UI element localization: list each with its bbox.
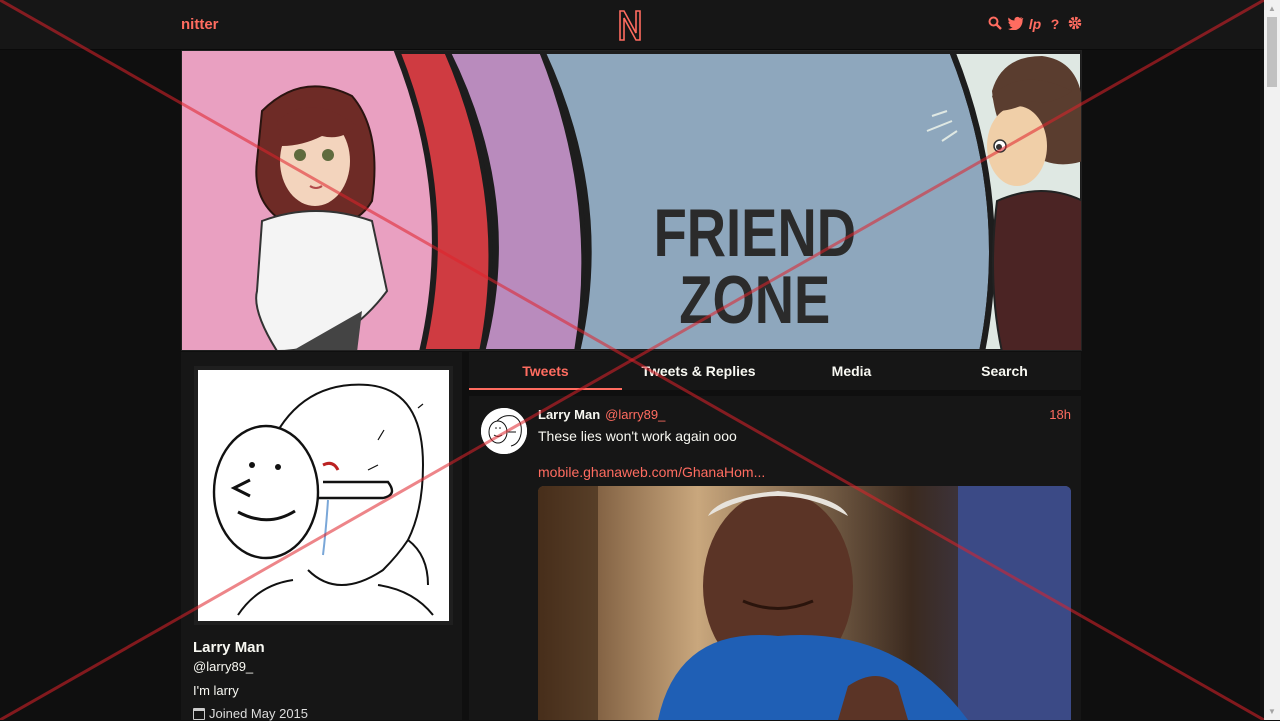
profile-name[interactable]: Larry Man <box>193 639 265 656</box>
tweet-author-username[interactable]: @larry89_ <box>605 407 665 422</box>
tweet-link[interactable]: mobile.ghanaweb.com/GhanaHom... <box>538 464 765 480</box>
profile-bio: I'm larry <box>193 683 239 698</box>
search-icon[interactable] <box>988 16 1002 32</box>
tab-tweets-replies[interactable]: Tweets & Replies <box>622 352 775 390</box>
timeline-tabs: Tweets Tweets & Replies Media Search <box>469 352 1081 390</box>
tweet-photo <box>538 486 1071 720</box>
avatar-wojak-image <box>198 370 449 621</box>
scroll-up-arrow-icon[interactable]: ▲ <box>1264 0 1280 17</box>
tab-search[interactable]: Search <box>928 352 1081 390</box>
help-icon[interactable]: ? <box>1048 16 1062 32</box>
navbar-inner: nitter lp ? <box>181 0 1082 50</box>
banner-text-zone: ZONE <box>679 262 830 338</box>
scroll-thumb[interactable] <box>1267 17 1277 87</box>
tweet-media-image[interactable] <box>538 486 1071 720</box>
gear-icon[interactable] <box>1068 16 1082 32</box>
banner-text-friend: FRIEND <box>654 195 856 271</box>
scrollbar[interactable]: ▲ ▼ <box>1264 0 1280 720</box>
banner-illustration: FRIEND ZONE <box>182 51 1081 350</box>
tweet-avatar-image <box>481 408 527 454</box>
tab-tweets[interactable]: Tweets <box>469 352 622 390</box>
liberapay-icon[interactable]: lp <box>1028 16 1042 32</box>
scroll-down-arrow-icon[interactable]: ▼ <box>1264 703 1280 720</box>
tweet-text: These lies won't work again ooo <box>538 428 737 444</box>
profile-joined-text: Joined May 2015 <box>209 706 309 721</box>
tweet-header: Larry Man @larry89_ <box>538 407 665 422</box>
calendar-icon <box>193 707 205 720</box>
tweet-avatar[interactable] <box>481 408 527 454</box>
profile-banner[interactable]: FRIEND ZONE <box>181 50 1082 351</box>
profile-avatar[interactable] <box>194 366 453 625</box>
tab-media[interactable]: Media <box>775 352 928 390</box>
tweet-author-name[interactable]: Larry Man <box>538 407 600 422</box>
nitter-logo-icon[interactable] <box>616 8 644 42</box>
tweet-item[interactable]: Larry Man @larry89_ 18h These lies won't … <box>469 396 1081 720</box>
brand-link[interactable]: nitter <box>181 16 219 33</box>
navbar: nitter lp ? <box>0 0 1264 50</box>
nav-icons: lp ? <box>988 16 1082 32</box>
profile-username[interactable]: @larry89_ <box>193 659 253 674</box>
profile-card: Larry Man @larry89_ I'm larry Joined May… <box>181 352 462 721</box>
profile-joined: Joined May 2015 <box>193 706 308 721</box>
twitter-icon[interactable] <box>1008 16 1024 32</box>
tweet-time[interactable]: 18h <box>1049 407 1071 422</box>
